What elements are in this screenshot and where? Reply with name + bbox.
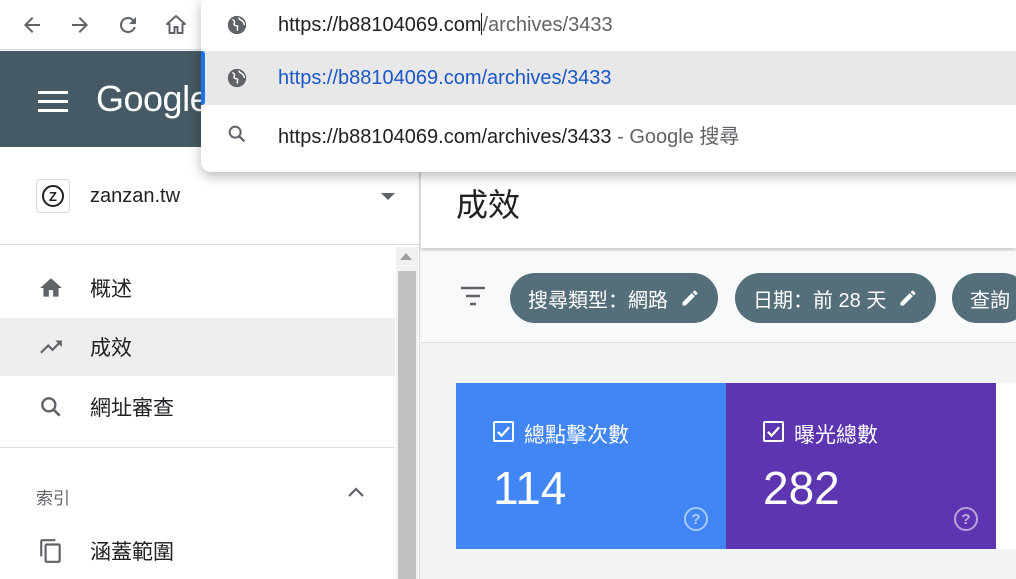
sidebar-item-coverage[interactable]: 涵蓋範圍 bbox=[0, 522, 395, 579]
metric-card-impressions[interactable]: 曝光總數 282 ? bbox=[726, 383, 996, 549]
checkbox-checked-icon[interactable] bbox=[763, 421, 784, 442]
copy-icon bbox=[38, 538, 64, 564]
dropdown-arrow-icon bbox=[381, 193, 395, 200]
globe-icon bbox=[226, 14, 248, 36]
help-icon[interactable]: ? bbox=[684, 507, 708, 531]
suggestion-search-suffix: - Google 搜尋 bbox=[611, 125, 740, 148]
chip-label: 查詢 bbox=[970, 289, 1010, 312]
property-name: zanzan.tw bbox=[90, 185, 181, 207]
home-icon bbox=[166, 15, 186, 34]
scroll-thumb[interactable] bbox=[398, 271, 416, 579]
sidebar-item-label: 概述 bbox=[90, 278, 132, 301]
help-icon[interactable]: ? bbox=[954, 507, 978, 531]
address-host: https://b88104069.com bbox=[278, 14, 482, 36]
metric-value: 282 bbox=[763, 462, 840, 514]
filter-icon[interactable] bbox=[459, 284, 487, 308]
chevron-up-icon[interactable] bbox=[346, 485, 366, 499]
back-button[interactable] bbox=[14, 7, 50, 43]
section-label-index: 索引 bbox=[36, 489, 70, 508]
filter-chip-search-type[interactable]: 搜尋類型：網路 bbox=[510, 273, 718, 323]
sidebar-scrollbar[interactable] bbox=[396, 247, 418, 579]
page-title: 成效 bbox=[456, 187, 521, 223]
globe-icon bbox=[226, 67, 248, 89]
scroll-up-icon[interactable] bbox=[400, 253, 412, 260]
omnibox-dropdown: https://b88104069.com/archives/3433 http… bbox=[201, 0, 1016, 172]
property-logo: Z bbox=[36, 179, 70, 213]
search-icon bbox=[226, 123, 248, 145]
chip-label: 搜尋類型：網路 bbox=[528, 289, 668, 312]
forward-button[interactable] bbox=[62, 7, 98, 43]
metric-cards: 總點擊次數 114 ? 曝光總數 282 ? bbox=[456, 383, 1016, 549]
arrow-right-icon bbox=[72, 17, 88, 33]
chip-label: 日期：前 28 天 bbox=[753, 289, 887, 312]
sidebar-item-label: 網址審查 bbox=[90, 397, 174, 420]
filter-bar: 搜尋類型：網路 日期：前 28 天 查詢 bbox=[421, 251, 1016, 343]
filter-chip-query[interactable]: 查詢 bbox=[952, 273, 1016, 323]
sidebar-item-performance[interactable]: 成效 bbox=[0, 318, 395, 376]
sidebar-item-label: 成效 bbox=[90, 337, 132, 360]
home-button[interactable] bbox=[158, 7, 194, 43]
sidebar-item-label: 涵蓋範圍 bbox=[90, 541, 174, 564]
suggestion-url[interactable]: https://b88104069.com/archives/3433 bbox=[201, 51, 1016, 105]
edit-icon bbox=[682, 290, 698, 306]
metric-value: 114 bbox=[493, 462, 567, 514]
address-bar-input[interactable]: https://b88104069.com/archives/3433 bbox=[201, 0, 1016, 50]
suggestion-search-text: https://b88104069.com/archives/3433 - Go… bbox=[278, 120, 739, 149]
search-icon bbox=[38, 394, 64, 420]
home-icon bbox=[38, 275, 64, 301]
metric-card-clicks[interactable]: 總點擊次數 114 ? bbox=[456, 383, 726, 549]
brand-logo: Google bbox=[96, 78, 210, 119]
section-divider bbox=[0, 447, 395, 448]
suggestion-search[interactable]: https://b88104069.com/archives/3433 - Go… bbox=[201, 108, 1016, 160]
address-text: https://b88104069.com/archives/3433 bbox=[278, 13, 613, 37]
suggestion-search-query: https://b88104069.com/archives/3433 bbox=[278, 125, 612, 148]
filter-chip-date[interactable]: 日期：前 28 天 bbox=[735, 273, 937, 323]
reload-button[interactable] bbox=[110, 7, 146, 43]
metric-label: 總點擊次數 bbox=[524, 424, 629, 447]
main-content: 成效 搜尋類型：網路 日期：前 28 天 查詢 總點擊次數 114 ? 曝光總數… bbox=[421, 147, 1016, 579]
trending-up-icon bbox=[38, 334, 64, 360]
checkbox-checked-icon[interactable] bbox=[493, 421, 514, 442]
arrow-left-icon bbox=[24, 17, 40, 33]
suggestion-url-text: https://b88104069.com/archives/3433 bbox=[278, 66, 612, 89]
address-path: /archives/3433 bbox=[482, 14, 613, 36]
edit-icon bbox=[900, 290, 916, 306]
metric-label: 曝光總數 bbox=[794, 424, 878, 447]
reload-icon bbox=[119, 16, 136, 33]
menu-icon[interactable] bbox=[38, 91, 68, 113]
sidebar-item-overview[interactable]: 概述 bbox=[0, 259, 395, 317]
sidebar-item-url-inspection[interactable]: 網址審查 bbox=[0, 378, 395, 436]
sidebar: Z zanzan.tw 概述 成效 網址審查 索引 涵蓋範圍 bbox=[0, 147, 420, 579]
